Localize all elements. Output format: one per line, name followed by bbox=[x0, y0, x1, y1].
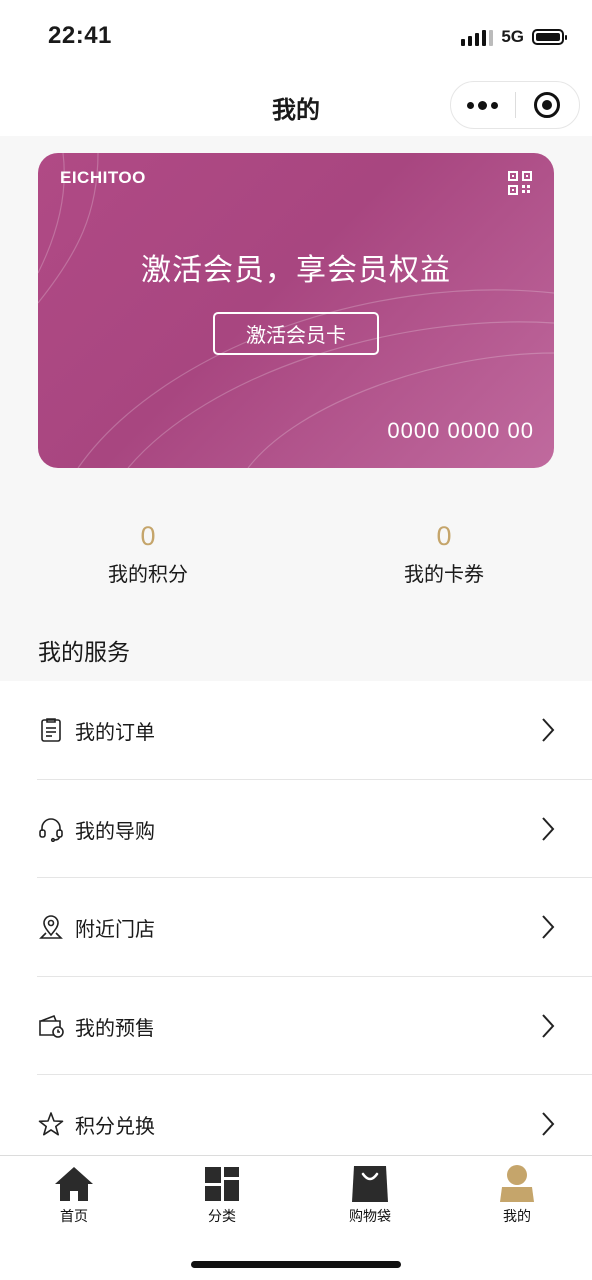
tab-profile[interactable]: 我的 bbox=[457, 1164, 577, 1226]
location-pin-icon bbox=[39, 915, 63, 939]
order-list-icon bbox=[41, 718, 61, 742]
activate-card-button[interactable]: 激活会员卡 bbox=[213, 312, 379, 355]
status-bar: 22:41 5G bbox=[0, 0, 592, 74]
more-options-button[interactable] bbox=[451, 82, 515, 128]
chevron-right-icon bbox=[542, 1013, 555, 1038]
coupons-label: 我的卡券 bbox=[404, 562, 484, 586]
status-time: 22:41 bbox=[48, 22, 112, 49]
tab-bar: 首页 分类 购物袋 我的 bbox=[0, 1155, 592, 1280]
category-grid-icon bbox=[205, 1167, 239, 1201]
tab-category[interactable]: 分类 bbox=[162, 1164, 282, 1226]
service-item-label: 我的订单 bbox=[75, 720, 155, 744]
points-stat[interactable]: 0 我的积分 bbox=[48, 521, 248, 587]
status-indicators: 5G bbox=[461, 27, 567, 47]
target-circle-icon bbox=[534, 92, 561, 118]
battery-icon bbox=[532, 29, 567, 45]
headset-icon bbox=[39, 817, 63, 842]
tab-label: 首页 bbox=[60, 1209, 88, 1225]
nav-bar: 我的 bbox=[0, 74, 592, 136]
service-item-label: 我的导购 bbox=[75, 818, 155, 843]
service-item-label: 积分兑换 bbox=[75, 1114, 155, 1138]
card-headline: 激活会员，享会员权益 bbox=[141, 253, 451, 288]
points-label: 我的积分 bbox=[108, 562, 188, 586]
points-value: 0 bbox=[140, 521, 156, 551]
tab-label: 分类 bbox=[208, 1209, 236, 1225]
chevron-right-icon bbox=[542, 718, 555, 742]
card-number: 0000 0000 00 bbox=[387, 418, 534, 443]
brand-logo: EICHITOO bbox=[60, 168, 146, 187]
qr-code-icon[interactable] bbox=[508, 171, 532, 195]
tab-label: 我的 bbox=[503, 1209, 531, 1225]
screen: 22:41 5G 我的 EICHITOO 激活会员，享会员权益 激活会员卡 00… bbox=[0, 0, 592, 1280]
tab-home[interactable]: 首页 bbox=[14, 1164, 134, 1226]
tab-shopping-bag[interactable]: 购物袋 bbox=[310, 1164, 430, 1226]
close-mini-program-button[interactable] bbox=[516, 82, 580, 128]
coupons-value: 0 bbox=[436, 521, 452, 551]
network-type: 5G bbox=[501, 27, 524, 46]
service-item-orders[interactable]: 我的订单 bbox=[0, 681, 592, 780]
chevron-right-icon bbox=[542, 915, 555, 939]
service-item-label: 附近门店 bbox=[75, 917, 155, 941]
shopping-bag-icon bbox=[352, 1166, 388, 1202]
profile-icon bbox=[500, 1165, 534, 1202]
service-item-presale[interactable]: 我的预售 bbox=[0, 977, 592, 1075]
service-item-label: 我的预售 bbox=[75, 1015, 155, 1040]
tab-label: 购物袋 bbox=[349, 1209, 391, 1225]
mini-program-capsule bbox=[450, 81, 580, 129]
services-section-title: 我的服务 bbox=[38, 640, 130, 666]
home-indicator[interactable] bbox=[191, 1261, 401, 1268]
wallet-clock-icon bbox=[39, 1014, 64, 1038]
star-icon bbox=[38, 1112, 64, 1136]
coupons-stat[interactable]: 0 我的卡券 bbox=[344, 521, 544, 587]
service-item-points-exchange[interactable]: 积分兑换 bbox=[0, 1075, 592, 1155]
signal-icon bbox=[461, 28, 494, 46]
services-list: 我的订单 我的导购 附近门店 我的预售 积分兑换 bbox=[0, 681, 592, 1155]
service-item-nearby-stores[interactable]: 附近门店 bbox=[0, 878, 592, 977]
service-item-shopping-guide[interactable]: 我的导购 bbox=[0, 780, 592, 878]
chevron-right-icon bbox=[542, 1112, 555, 1136]
chevron-right-icon bbox=[542, 816, 555, 841]
home-icon bbox=[55, 1167, 93, 1201]
member-card[interactable]: EICHITOO 激活会员，享会员权益 激活会员卡 0000 0000 00 bbox=[38, 153, 554, 468]
